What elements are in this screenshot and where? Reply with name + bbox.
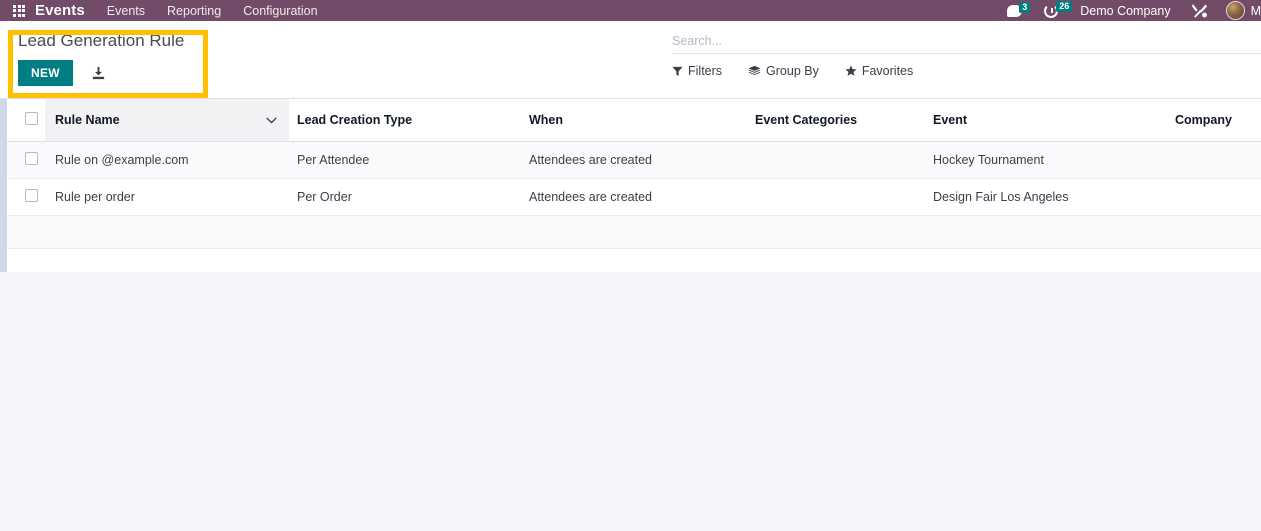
column-label-rule-name: Rule Name xyxy=(55,113,120,127)
cell-when: Attendees are created xyxy=(529,178,755,216)
empty-cell xyxy=(45,248,289,272)
search-dropdown-toggles: Filters Group By Favorites xyxy=(672,64,1261,78)
empty-cell xyxy=(755,248,933,272)
column-header-lead-creation-type[interactable]: Lead Creation Type xyxy=(289,99,529,142)
cell-when: Attendees are created xyxy=(529,141,755,179)
filters-dropdown-button[interactable]: Filters xyxy=(672,64,722,78)
new-button[interactable]: NEW xyxy=(18,60,73,86)
page-title: Lead Generation Rule xyxy=(18,31,185,50)
column-header-rule-name[interactable]: Rule Name xyxy=(45,99,289,142)
list-view-container: Rule Name Lead Creation Type When Event … xyxy=(0,99,1261,272)
company-switcher[interactable]: Demo Company xyxy=(1080,4,1170,18)
nav-menu-events[interactable]: Events xyxy=(107,4,145,18)
avatar[interactable] xyxy=(1225,1,1245,20)
table-row[interactable]: Rule on @example.com Per Attendee Attend… xyxy=(7,141,1261,179)
column-header-company[interactable]: Company xyxy=(1175,99,1261,142)
cell-rule-name: Rule per order xyxy=(45,178,289,216)
messaging-menu[interactable]: 3 xyxy=(1007,1,1031,17)
activities-counter-badge: 26 xyxy=(1056,0,1073,12)
search-panel: Filters Group By Favorites 1- xyxy=(672,32,1261,78)
layers-icon xyxy=(748,65,761,75)
empty-cell xyxy=(7,215,45,249)
cell-event: Design Fair Los Angeles xyxy=(933,178,1175,216)
row-select-cell xyxy=(7,178,45,216)
table-row-empty xyxy=(7,215,1261,249)
select-all-checkbox[interactable] xyxy=(25,112,38,125)
app-brand-events[interactable]: Events xyxy=(35,2,85,19)
control-panel: Lead Generation Rule NEW Filters xyxy=(0,21,1261,99)
search-input[interactable] xyxy=(672,34,1232,48)
empty-cell xyxy=(529,248,755,272)
empty-cell xyxy=(289,215,529,249)
favorites-label: Favorites xyxy=(861,64,914,78)
cell-event: Hockey Tournament xyxy=(933,141,1175,179)
row-checkbox[interactable] xyxy=(25,189,38,202)
top-navbar: Events Events Reporting Configuration 3 … xyxy=(0,0,1261,21)
nav-menu-reporting[interactable]: Reporting xyxy=(167,4,221,18)
chevron-down-icon xyxy=(266,113,277,127)
search-row xyxy=(672,32,1261,54)
messaging-counter-badge: 3 xyxy=(1019,1,1031,13)
cell-company xyxy=(1175,141,1261,179)
table-row-empty xyxy=(7,248,1261,272)
nav-menu-configuration[interactable]: Configuration xyxy=(243,4,317,18)
column-header-when[interactable]: When xyxy=(529,99,755,142)
cell-lead-creation-type: Per Attendee xyxy=(289,141,529,179)
groupby-dropdown-button[interactable]: Group By xyxy=(748,64,819,78)
activities-menu[interactable]: 26 xyxy=(1044,0,1073,18)
empty-cell xyxy=(7,248,45,272)
empty-cell xyxy=(289,248,529,272)
control-panel-buttons: NEW xyxy=(18,60,184,86)
select-all-header xyxy=(7,99,45,142)
empty-cell xyxy=(933,248,1175,272)
table-header: Rule Name Lead Creation Type When Event … xyxy=(7,99,1261,142)
star-icon xyxy=(845,65,857,76)
table-header-row: Rule Name Lead Creation Type When Event … xyxy=(7,99,1261,142)
records-table: Rule Name Lead Creation Type When Event … xyxy=(7,99,1261,272)
column-header-event-categories[interactable]: Event Categories xyxy=(755,99,933,142)
user-menu-label[interactable]: M xyxy=(1251,4,1261,18)
download-icon[interactable] xyxy=(91,66,106,81)
wrench-screwdriver-icon[interactable] xyxy=(1191,3,1208,18)
empty-cell xyxy=(1175,215,1261,249)
cell-rule-name: Rule on @example.com xyxy=(45,141,289,179)
table-body: Rule on @example.com Per Attendee Attend… xyxy=(7,141,1261,272)
filter-icon xyxy=(672,66,683,76)
column-header-event[interactable]: Event xyxy=(933,99,1175,142)
apps-grid-icon[interactable] xyxy=(12,4,26,17)
empty-cell xyxy=(529,215,755,249)
empty-cell xyxy=(933,215,1175,249)
empty-cell xyxy=(45,215,289,249)
systray: 3 26 Demo Company M xyxy=(1007,0,1261,20)
table-row[interactable]: Rule per order Per Order Attendees are c… xyxy=(7,178,1261,216)
row-checkbox[interactable] xyxy=(25,152,38,165)
cell-event-categories xyxy=(755,141,933,179)
empty-cell xyxy=(1175,248,1261,272)
row-select-cell xyxy=(7,141,45,179)
cell-event-categories xyxy=(755,178,933,216)
filters-label: Filters xyxy=(688,64,723,78)
cell-lead-creation-type: Per Order xyxy=(289,178,529,216)
control-panel-left: Lead Generation Rule NEW xyxy=(18,31,184,86)
favorites-dropdown-button[interactable]: Favorites xyxy=(845,64,913,78)
empty-cell xyxy=(755,215,933,249)
cell-company xyxy=(1175,178,1261,216)
groupby-label: Group By xyxy=(766,64,819,78)
